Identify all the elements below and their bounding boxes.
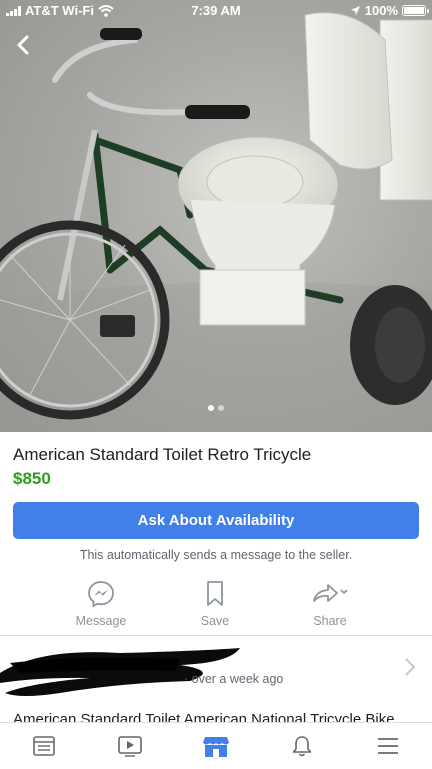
- ask-note: This automatically sends a message to th…: [79, 548, 353, 562]
- posted-time: · over a week ago: [184, 672, 284, 686]
- bell-icon: [292, 736, 312, 757]
- save-label: Save: [200, 614, 230, 628]
- listing-actions: Message Save Share: [0, 578, 432, 630]
- tab-notifications[interactable]: [267, 723, 337, 769]
- video-play-icon: [118, 736, 142, 757]
- share-label: Share: [313, 614, 347, 628]
- back-button[interactable]: [8, 30, 38, 60]
- listing-title: American Standard Toilet Retro Tricycle: [13, 445, 312, 464]
- more-listing-title[interactable]: American Standard Toilet American Nation…: [13, 713, 432, 722]
- chevron-left-icon: [17, 35, 29, 55]
- message-button[interactable]: Message: [46, 578, 156, 628]
- battery-percent: 100%: [364, 3, 398, 18]
- seller-row[interactable]: · over a week ago: [0, 643, 432, 703]
- photo-toilet-tricycle: [0, 0, 432, 432]
- bottom-tab-bar: [0, 722, 432, 769]
- photo-pagination[interactable]: [0, 405, 432, 411]
- news-feed-icon: [33, 736, 55, 756]
- chevron-right-icon[interactable]: [404, 657, 416, 677]
- share-button[interactable]: Share: [275, 578, 385, 628]
- chevron-down-icon: [340, 589, 348, 595]
- tab-watch[interactable]: [95, 723, 165, 769]
- marketplace-shop-icon: [203, 737, 229, 757]
- page-dot[interactable]: [218, 405, 224, 411]
- battery-icon: [402, 5, 429, 16]
- bookmark-icon: [207, 581, 223, 606]
- page-dot-active[interactable]: [208, 405, 214, 411]
- status-bar: AT&T Wi-Fi 7:39 AM 100%: [0, 0, 432, 22]
- ask-availability-button[interactable]: Ask About Availability: [13, 502, 419, 539]
- message-label: Message: [75, 614, 127, 628]
- listing-price: $850: [13, 469, 51, 488]
- save-button[interactable]: Save: [160, 578, 270, 628]
- listing-photo[interactable]: [0, 0, 432, 432]
- hamburger-menu-icon: [378, 738, 398, 754]
- location-arrow-icon: [350, 6, 360, 15]
- tab-menu[interactable]: [353, 723, 423, 769]
- tab-marketplace[interactable]: [181, 723, 251, 769]
- messenger-icon: [88, 581, 114, 608]
- share-arrow-icon: [313, 584, 348, 602]
- divider: [0, 635, 432, 636]
- tab-news-feed[interactable]: [9, 723, 79, 769]
